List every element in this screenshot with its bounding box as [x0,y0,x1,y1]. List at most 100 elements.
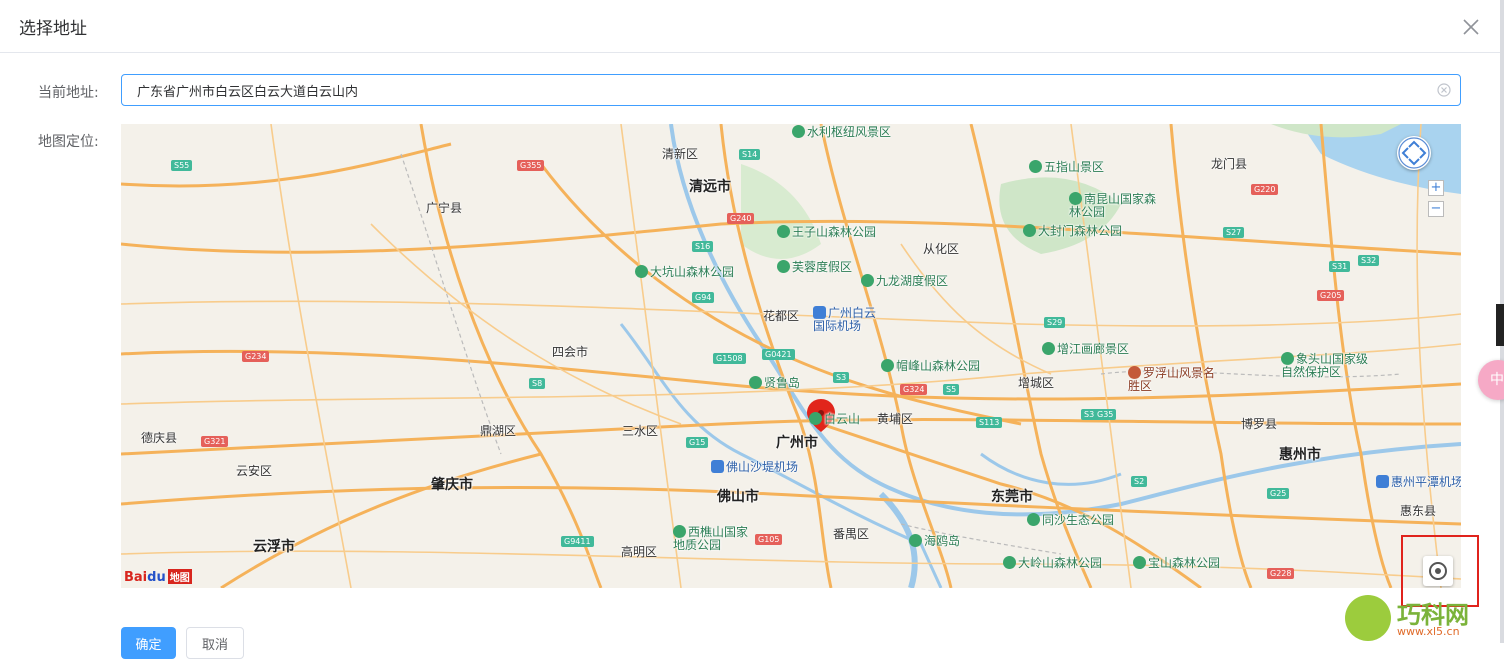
map-pan-control[interactable] [1397,136,1431,170]
map-poi-name: 白云山 [824,412,861,426]
map-poi-name: 水利枢纽风景区 [807,125,892,139]
park-icon [777,225,790,238]
airport-icon [711,460,724,473]
park-icon [861,274,874,287]
park-icon [749,376,762,389]
map-poi-label: 象头山国家级自然保护区 [1281,352,1373,379]
map-district-label: 惠东县 [1400,504,1437,518]
dialog-title: 选择地址 [19,19,87,39]
map-poi-name: 南昆山国家森林公园 [1069,192,1157,219]
map-poi-label: 水利枢纽风景区 [792,124,891,140]
map-poi-label: 大坑山森林公园 [635,263,734,280]
road-shield: S5 [943,384,960,395]
road-shield: G9411 [561,536,594,547]
road-shield: G205 [1317,290,1345,301]
address-input-wrapper [121,74,1461,106]
road-shield: G94 [692,292,715,303]
scenic-icon [1128,366,1141,379]
park-icon [1027,513,1040,526]
airport-icon [813,306,826,319]
watermark-logo-icon [1345,595,1391,641]
close-button[interactable] [1458,14,1484,40]
cancel-button[interactable]: 取消 [186,627,244,659]
current-address-label: 当前地址: [38,85,99,101]
map-poi-name: 象头山国家级自然保护区 [1281,352,1369,379]
map-district-label: 博罗县 [1241,417,1278,431]
map-poi-label: 惠州平潭机场 [1376,473,1461,490]
clear-icon[interactable] [1436,82,1452,98]
road-shield: G355 [517,160,545,171]
park-icon [792,125,805,138]
map-city-label: 佛山市 [717,489,759,505]
map-district-label: 三水区 [622,424,659,438]
map-district-label: 高明区 [621,545,658,559]
watermark: 巧科网 www.xl5.cn [1345,595,1495,643]
park-icon [1042,342,1055,355]
map-poi-name: 同沙生态公园 [1042,513,1115,527]
airport-icon [1376,475,1389,488]
poi-marker-icon [809,412,822,425]
map-poi-label: 白云山 [809,410,860,427]
side-bubble[interactable]: 中 [1478,360,1504,400]
road-shield: S3 [833,372,850,383]
map-city-label: 云浮市 [253,539,295,555]
confirm-button[interactable]: 确定 [121,627,176,659]
map-poi-name: 大坑山森林公园 [650,265,735,279]
watermark-url: www.xl5.cn [1397,625,1460,638]
map-poi-name: 贤鲁岛 [764,376,801,390]
road-shield: S27 [1223,227,1245,238]
map-district-label: 增城区 [1018,376,1055,390]
map-poi-label: 广州白云国际机场 [813,306,883,333]
logo-map: 地图 [167,569,192,584]
road-shield: G25 [1267,488,1290,499]
zoom-in-button[interactable]: + [1428,180,1444,196]
zoom-out-button[interactable]: − [1428,201,1444,217]
map-district-label: 德庆县 [141,431,178,445]
road-shield: S14 [739,149,761,160]
park-icon [635,265,648,278]
map-poi-name: 五指山景区 [1044,160,1105,174]
map-district-label: 鼎湖区 [480,424,517,438]
address-input[interactable] [122,75,1422,105]
road-shield: S55 [171,160,193,171]
map-city-label: 肇庆市 [431,477,473,493]
park-icon [1029,160,1042,173]
map-district-label: 黄埔区 [877,412,914,426]
park-icon [1281,352,1294,365]
map-poi-label: 大岭山森林公园 [1003,554,1102,571]
map-poi-label: 芙蓉度假区 [777,258,852,275]
map-poi-name: 佛山沙堤机场 [726,460,799,474]
map-city-label: 清远市 [689,179,731,195]
map-district-label: 四会市 [552,345,589,359]
logo-du: du [147,570,166,585]
map-location-label: 地图定位: [38,134,99,150]
logo-bai: Bai [124,570,148,585]
map-poi-name: 惠州平潭机场 [1391,475,1461,489]
road-shield: G220 [1251,184,1279,195]
map-poi-label: 增江画廊景区 [1042,340,1129,357]
map-poi-label: 九龙湖度假区 [861,272,948,289]
map-city-label: 广州市 [776,435,818,451]
map-poi-label: 佛山沙堤机场 [711,458,798,475]
map-poi-name: 帽峰山森林公园 [896,359,981,373]
map-poi-label: 宝山森林公园 [1133,554,1220,571]
side-tab[interactable] [1496,304,1504,346]
close-icon [1463,19,1479,35]
road-shield: S16 [692,241,714,252]
map-view[interactable]: 清远市 广州市 佛山市 肇庆市 东莞市 惠州市 云浮市 清新区 从化区 花都区 … [121,124,1461,588]
road-shield: S29 [1044,317,1066,328]
park-icon [1003,556,1016,569]
baidu-map-logo: Baidu 地图 [124,569,192,585]
road-shield: G0421 [762,349,795,360]
map-poi-name: 罗浮山风景名胜区 [1128,366,1216,393]
map-district-label: 广宁县 [426,201,463,215]
road-shield: S8 [529,378,546,389]
road-shield: G240 [727,213,755,224]
map-poi-name: 大岭山森林公园 [1018,556,1103,570]
road-shield: S32 [1358,255,1380,266]
road-shield: S2 [1131,476,1148,487]
pan-arrows-icon [1398,137,1430,169]
park-icon [1023,224,1036,237]
map-poi-label: 五指山景区 [1029,158,1104,175]
road-shield: G324 [900,384,928,395]
